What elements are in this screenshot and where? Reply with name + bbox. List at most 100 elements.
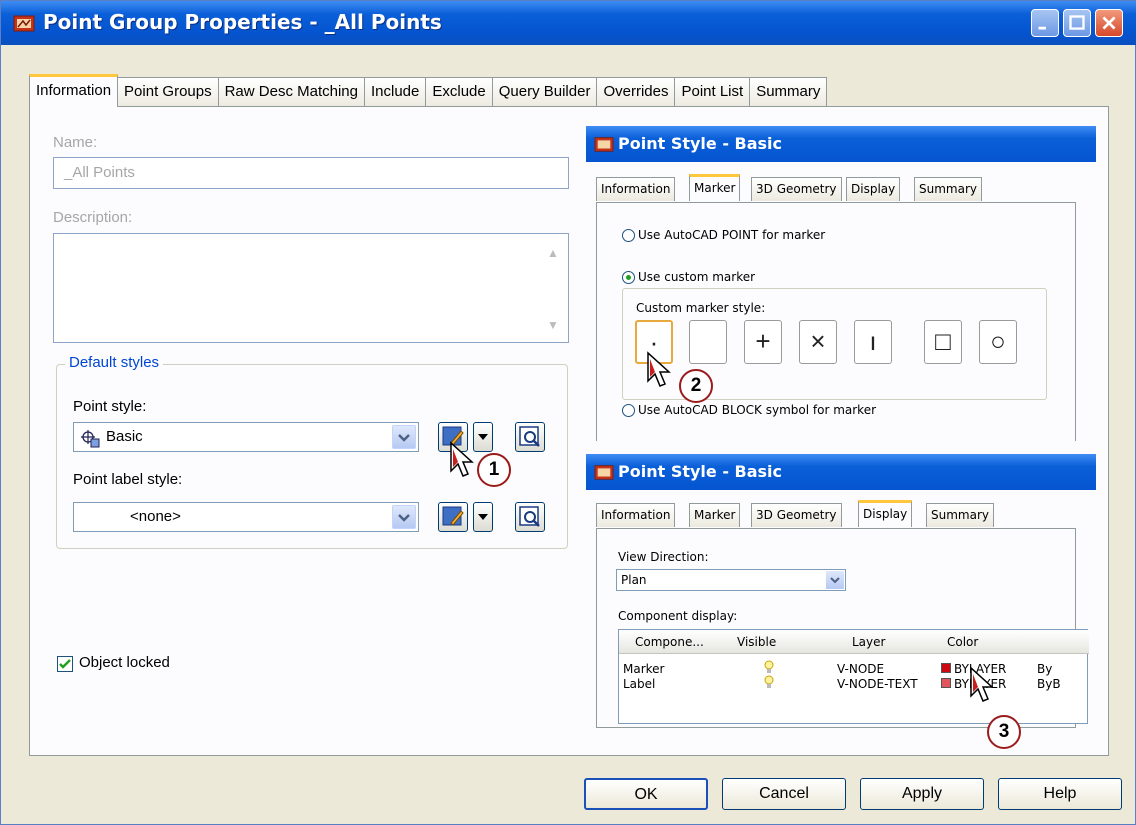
- preview-point-style-button[interactable]: [515, 422, 545, 452]
- view-direction-arrow[interactable]: [826, 571, 844, 589]
- point-label-style-menu-button[interactable]: [473, 502, 493, 532]
- inset-tab-information[interactable]: Information: [596, 503, 676, 527]
- tab-query-builder[interactable]: Query Builder: [491, 77, 598, 107]
- marker-square-button[interactable]: □: [924, 320, 962, 364]
- option-autocad-point: Use AutoCAD POINT for marker: [638, 228, 826, 242]
- tab-overrides[interactable]: Overrides: [596, 77, 676, 107]
- preview-point-label-style-button[interactable]: [515, 502, 545, 532]
- maximize-button[interactable]: [1063, 9, 1091, 37]
- inset-tab-summary[interactable]: Summary: [926, 503, 994, 527]
- radio-autocad-block[interactable]: [622, 404, 635, 417]
- component-display-label: Component display:: [618, 609, 738, 623]
- civil3d-app-icon: [13, 15, 35, 32]
- inset-tab-marker[interactable]: Marker: [689, 503, 741, 527]
- tab-point-groups[interactable]: Point Groups: [117, 77, 219, 107]
- option-custom-marker: Use custom marker: [638, 270, 756, 284]
- caret-down-icon: [478, 434, 488, 440]
- color-swatch: [941, 663, 951, 673]
- point-style-menu-button[interactable]: [473, 422, 493, 452]
- marker-inset-titlebar: Point Style - Basic: [586, 126, 1096, 162]
- edit-point-label-style-button[interactable]: [438, 502, 468, 532]
- view-direction-label: View Direction:: [618, 550, 709, 564]
- radio-autocad-point[interactable]: [622, 229, 635, 242]
- point-style-label: Point style:: [73, 398, 147, 415]
- inset-tab-3d-geometry[interactable]: 3D Geometry: [751, 503, 842, 527]
- point-group-properties-window: Point Group Properties - _All Points Inf…: [0, 0, 1136, 825]
- inset-tab-display[interactable]: Display: [858, 500, 913, 527]
- marker-x-button[interactable]: ×: [799, 320, 837, 364]
- layer-name: V-NODE-TEXT: [837, 677, 918, 691]
- maximize-icon: [1069, 15, 1085, 30]
- inset-tab-marker[interactable]: Marker: [689, 174, 741, 201]
- component-name: Marker: [623, 662, 665, 676]
- component-name: Label: [623, 677, 656, 691]
- apply-button[interactable]: Apply: [860, 778, 984, 810]
- tab-exclude[interactable]: Exclude: [425, 77, 493, 107]
- tab-strip: Information Point Groups Raw Desc Matchi…: [29, 74, 828, 107]
- chevron-down-icon: [398, 514, 410, 522]
- inset-tab-3d-geometry[interactable]: 3D Geometry: [751, 177, 842, 201]
- column-visible[interactable]: Visible: [737, 635, 776, 649]
- marker-tick-button[interactable]: ı: [854, 320, 892, 364]
- marker-circle-button[interactable]: ○: [979, 320, 1017, 364]
- tab-raw-desc-matching[interactable]: Raw Desc Matching: [217, 77, 365, 107]
- chevron-down-icon: [398, 434, 410, 442]
- display-inset-titlebar: Point Style - Basic: [586, 454, 1096, 490]
- display-inset-title: Point Style - Basic: [618, 462, 783, 481]
- ok-button[interactable]: OK: [584, 778, 708, 810]
- table-header: Compone... Visible Layer Color: [619, 630, 1089, 654]
- minimize-button[interactable]: [1031, 9, 1059, 37]
- scroll-down-icon: ▼: [547, 318, 559, 332]
- window-title: Point Group Properties - _All Points: [43, 10, 442, 34]
- point-label-style-combo[interactable]: <none>: [73, 502, 419, 532]
- layer-name: V-NODE: [837, 662, 885, 676]
- tab-include[interactable]: Include: [363, 77, 427, 107]
- close-button[interactable]: [1095, 9, 1123, 37]
- name-label: Name:: [53, 134, 98, 151]
- help-button[interactable]: Help: [998, 778, 1122, 810]
- point-label-style-dropdown-arrow[interactable]: [392, 505, 416, 529]
- callout-2: 2: [679, 369, 713, 403]
- mouse-pointer-icon: [647, 351, 671, 387]
- point-style-value: Basic: [106, 428, 143, 445]
- tab-summary[interactable]: Summary: [749, 77, 828, 107]
- column-component[interactable]: Compone...: [635, 635, 704, 649]
- object-locked-checkbox[interactable]: [57, 656, 73, 672]
- component-display-table: Compone... Visible Layer Color Marker V-…: [618, 629, 1089, 724]
- color-swatch: [941, 678, 951, 688]
- point-label-style-label: Point label style:: [73, 471, 183, 488]
- inset-tab-summary[interactable]: Summary: [914, 177, 982, 201]
- close-icon: [1102, 16, 1116, 30]
- inset-tab-information[interactable]: Information: [596, 177, 676, 201]
- mouse-pointer-icon: [970, 666, 994, 702]
- preview-icon: [519, 426, 540, 447]
- tab-point-list[interactable]: Point List: [674, 77, 751, 107]
- marker-none-button[interactable]: [689, 320, 727, 364]
- marker-inset-tabs: Information Marker 3D Geometry Display S…: [596, 174, 1086, 203]
- civil3d-app-icon: [594, 465, 614, 480]
- marker-inset-screenshot: Point Style - Basic Information Marker 3…: [586, 126, 1096, 441]
- view-direction-combo[interactable]: Plan: [616, 569, 846, 591]
- marker-plus-button[interactable]: +: [744, 320, 782, 364]
- minimize-icon: [1038, 26, 1046, 30]
- title-bar[interactable]: Point Group Properties - _All Points: [1, 1, 1136, 45]
- linetype-value: By: [1037, 662, 1053, 676]
- view-direction-value: Plan: [621, 573, 647, 587]
- point-style-icon: [81, 430, 100, 448]
- default-styles-title: Default styles: [65, 354, 164, 371]
- point-style-combo[interactable]: Basic: [73, 422, 419, 452]
- lightbulb-icon[interactable]: [763, 675, 775, 689]
- column-color[interactable]: Color: [947, 635, 978, 649]
- name-value: _All Points: [64, 164, 135, 181]
- mouse-pointer-icon: [450, 441, 474, 477]
- radio-custom-marker[interactable]: [622, 271, 635, 284]
- cancel-button[interactable]: Cancel: [722, 778, 846, 810]
- point-style-dropdown-arrow[interactable]: [392, 425, 416, 449]
- object-locked-label: Object locked: [79, 654, 170, 671]
- inset-tab-display[interactable]: Display: [846, 177, 901, 201]
- custom-marker-style-label: Custom marker style:: [636, 301, 766, 315]
- callout-1: 1: [477, 453, 511, 487]
- lightbulb-icon[interactable]: [763, 660, 775, 674]
- column-layer[interactable]: Layer: [852, 635, 885, 649]
- tab-information[interactable]: Information: [29, 74, 119, 107]
